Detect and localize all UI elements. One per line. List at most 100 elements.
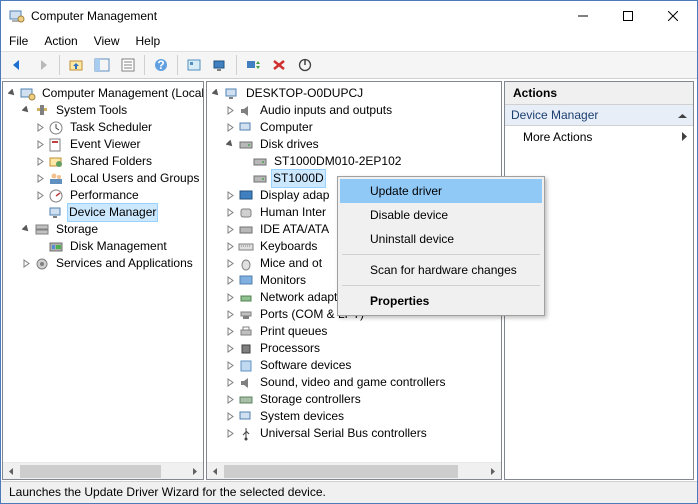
expand-icon[interactable] <box>224 411 236 423</box>
back-button[interactable] <box>5 54 29 76</box>
scrollbar-horizontal[interactable] <box>3 462 203 479</box>
collapse-icon[interactable] <box>224 139 236 151</box>
cat-ide[interactable]: IDE ATA/ATA <box>258 221 331 238</box>
tree-tasksched[interactable]: Task Scheduler <box>68 119 154 136</box>
cat-sw[interactable]: Software devices <box>258 357 353 374</box>
expand-icon[interactable] <box>224 224 236 236</box>
up-button[interactable] <box>64 54 88 76</box>
menu-file[interactable]: File <box>9 34 28 48</box>
services-icon <box>34 256 50 272</box>
hid-icon <box>238 205 254 221</box>
expand-icon[interactable] <box>224 105 236 117</box>
expand-icon[interactable] <box>34 173 46 185</box>
disk-1[interactable]: ST1000DM010-2EP102 <box>272 153 403 170</box>
tree-shared[interactable]: Shared Folders <box>68 153 154 170</box>
toolbar-icon-2[interactable] <box>208 54 232 76</box>
cat-proc[interactable]: Processors <box>258 340 322 357</box>
menu-action[interactable]: Action <box>44 34 77 48</box>
disk-drive-icon <box>252 171 268 187</box>
context-uninstall-device[interactable]: Uninstall device <box>340 227 542 251</box>
cat-display[interactable]: Display adap <box>258 187 331 204</box>
actions-header: Actions <box>505 82 693 105</box>
cat-mouse[interactable]: Mice and ot <box>258 255 324 272</box>
minimize-button[interactable] <box>560 2 605 31</box>
tree-perf[interactable]: Performance <box>68 187 141 204</box>
expand-icon[interactable] <box>224 428 236 440</box>
expand-icon[interactable] <box>224 309 236 321</box>
more-actions-item[interactable]: More Actions <box>505 126 693 148</box>
expand-icon[interactable] <box>224 122 236 134</box>
expand-icon[interactable] <box>224 258 236 270</box>
svg-text:?: ? <box>157 58 164 72</box>
expand-icon[interactable] <box>20 258 32 270</box>
scroll-right-button[interactable] <box>484 463 501 480</box>
show-hide-tree-button[interactable] <box>90 54 114 76</box>
tree-diskmgmt[interactable]: Disk Management <box>68 238 169 255</box>
cat-audio[interactable]: Audio inputs and outputs <box>258 102 394 119</box>
cat-diskdrives[interactable]: Disk drives <box>258 136 321 153</box>
scrollbar-horizontal[interactable] <box>207 462 501 479</box>
properties-button[interactable] <box>116 54 140 76</box>
actions-section[interactable]: Device Manager <box>505 105 693 126</box>
help-button[interactable]: ? <box>149 54 173 76</box>
tree-services[interactable]: Services and Applications <box>54 255 195 272</box>
tree-root[interactable]: Computer Management (Local <box>40 85 204 102</box>
collapse-icon[interactable] <box>6 88 18 100</box>
storage-controller-icon <box>238 392 254 408</box>
expand-icon[interactable] <box>224 343 236 355</box>
scroll-right-button[interactable] <box>186 463 203 480</box>
actions-section-label: Device Manager <box>511 108 598 122</box>
tree-systools[interactable]: System Tools <box>54 102 129 119</box>
collapse-icon[interactable] <box>20 224 32 236</box>
context-update-driver[interactable]: Update driver <box>340 179 542 203</box>
scroll-left-button[interactable] <box>207 463 224 480</box>
spacer <box>34 207 46 219</box>
disk-2[interactable]: ST1000D <box>271 169 326 188</box>
tree-users[interactable]: Local Users and Groups <box>68 170 201 187</box>
close-button[interactable] <box>650 2 695 31</box>
expand-icon[interactable] <box>224 190 236 202</box>
expand-icon[interactable] <box>224 275 236 287</box>
cat-sysdev[interactable]: System devices <box>258 408 346 425</box>
cat-storctrl[interactable]: Storage controllers <box>258 391 363 408</box>
expand-icon[interactable] <box>224 326 236 338</box>
enable-button[interactable] <box>293 54 317 76</box>
expand-icon[interactable] <box>34 156 46 168</box>
context-disable-device[interactable]: Disable device <box>340 203 542 227</box>
expand-icon[interactable] <box>224 394 236 406</box>
toolbar-icon-1[interactable] <box>182 54 206 76</box>
context-menu: Update driver Disable device Uninstall d… <box>337 176 545 316</box>
menu-help[interactable]: Help <box>136 34 161 48</box>
network-icon <box>238 290 254 306</box>
expand-icon[interactable] <box>34 190 46 202</box>
expand-icon[interactable] <box>224 207 236 219</box>
expand-icon[interactable] <box>224 241 236 253</box>
cat-hid[interactable]: Human Inter <box>258 204 328 221</box>
tree-devmgr[interactable]: Device Manager <box>67 203 158 222</box>
tree-eventvwr[interactable]: Event Viewer <box>68 136 142 153</box>
collapse-icon[interactable] <box>20 105 32 117</box>
maximize-button[interactable] <box>605 2 650 31</box>
console-tree[interactable]: Computer Management (Local System Tools … <box>3 82 203 275</box>
cat-printq[interactable]: Print queues <box>258 323 329 340</box>
scan-hardware-button[interactable] <box>241 54 265 76</box>
device-root[interactable]: DESKTOP-O0DUPCJ <box>244 85 365 102</box>
forward-button[interactable] <box>31 54 55 76</box>
expand-icon[interactable] <box>34 122 46 134</box>
collapse-icon[interactable] <box>210 88 222 100</box>
expand-icon[interactable] <box>224 377 236 389</box>
cat-usb[interactable]: Universal Serial Bus controllers <box>258 425 429 442</box>
cat-computer[interactable]: Computer <box>258 119 315 136</box>
cat-mon[interactable]: Monitors <box>258 272 308 289</box>
menu-view[interactable]: View <box>94 34 120 48</box>
uninstall-button[interactable] <box>267 54 291 76</box>
expand-icon[interactable] <box>224 360 236 372</box>
context-properties[interactable]: Properties <box>340 289 542 313</box>
expand-icon[interactable] <box>224 292 236 304</box>
cat-sound[interactable]: Sound, video and game controllers <box>258 374 447 391</box>
expand-icon[interactable] <box>34 139 46 151</box>
scroll-left-button[interactable] <box>3 463 20 480</box>
cat-kbd[interactable]: Keyboards <box>258 238 319 255</box>
tree-storage[interactable]: Storage <box>54 221 100 238</box>
context-scan-hardware[interactable]: Scan for hardware changes <box>340 258 542 282</box>
